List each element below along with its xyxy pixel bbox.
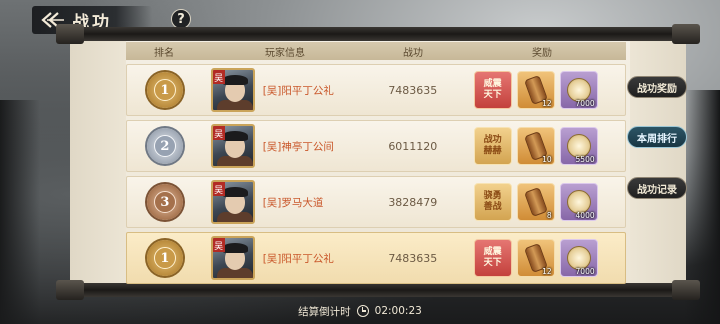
reward-title-text: 骁勇善战 — [483, 191, 502, 212]
reward-quantity: 5500 — [575, 155, 595, 164]
column-header-reward: 奖励 — [532, 47, 552, 59]
countdown-bar: 结算倒计时 02:00:23 — [0, 300, 720, 322]
help-icon[interactable]: ? — [171, 9, 191, 29]
column-header-score: 战功 — [403, 47, 423, 59]
table-row: 3 吴 [吴]罗马大道 3828479 骁勇善战 8 4000 — [126, 176, 626, 228]
faction-badge: 吴 — [212, 238, 225, 252]
faction-badge: 吴 — [212, 182, 225, 196]
merit-score: 7483635 — [388, 83, 438, 97]
reward-title-text: 战功赫赫 — [483, 135, 502, 156]
tab-merit-records[interactable]: 战功记录 — [627, 177, 687, 199]
player-cell: 吴 [吴]阳平丁公礼 — [203, 68, 368, 112]
reward-cell: 威震天下 12 7000 — [458, 239, 625, 277]
avatar[interactable]: 吴 — [210, 68, 255, 112]
my-rank-row: 1 吴 [吴]阳平丁公礼 7483635 威震天下 12 7000 — [126, 232, 626, 284]
avatar-hair — [221, 131, 248, 141]
rank-cell: 3 — [127, 184, 203, 220]
reward-quantity: 7000 — [575, 267, 595, 276]
column-header-rank: 排名 — [154, 47, 174, 59]
player-cell: 吴 [吴]罗马大道 — [203, 180, 368, 224]
column-header-player: 玩家信息 — [265, 47, 305, 59]
tab-merit-rewards[interactable]: 战功奖励 — [627, 76, 687, 98]
reward-cell: 威震天下 12 7000 — [458, 71, 625, 109]
rank-number: 1 — [153, 247, 176, 269]
reward-item[interactable]: 4000 — [559, 183, 598, 221]
table-row: 2 吴 [吴]神亭丁公间 6011120 战功赫赫 10 5500 — [126, 120, 626, 172]
reward-quantity: 7000 — [575, 99, 595, 108]
faction-badge: 吴 — [212, 70, 225, 84]
rank-medal-icon: 2 — [146, 128, 183, 164]
reward-quantity: 10 — [542, 155, 552, 164]
reward-item[interactable]: 5500 — [559, 127, 598, 165]
tab-weekly-ranking[interactable]: 本周排行 — [627, 126, 687, 148]
scroll-rod-top — [56, 24, 700, 44]
merit-score: 3828479 — [388, 195, 438, 209]
rank-number: 1 — [153, 79, 176, 101]
player-name: [吴]罗马大道 — [262, 196, 324, 209]
player-name: [吴]阳平丁公礼 — [262, 252, 334, 265]
avatar-hair — [221, 243, 248, 253]
reward-item[interactable]: 威震天下 — [473, 71, 512, 109]
scroll-paper-edge-left — [70, 40, 126, 285]
player-name: [吴]神亭丁公间 — [262, 140, 334, 153]
rod-cap-left — [56, 280, 84, 300]
faction-badge: 吴 — [212, 126, 225, 140]
rank-number: 2 — [153, 135, 176, 157]
avatar[interactable]: 吴 — [210, 236, 255, 280]
reward-quantity: 8 — [546, 211, 552, 220]
rank-cell: 1 — [127, 72, 203, 108]
reward-item[interactable]: 12 — [516, 71, 555, 109]
reward-item[interactable]: 10 — [516, 127, 555, 165]
reward-quantity: 12 — [542, 267, 552, 276]
rank-number: 3 — [153, 191, 176, 213]
reward-item[interactable]: 战功赫赫 — [473, 127, 512, 165]
ranking-rows: 1 吴 [吴]阳平丁公礼 7483635 威震天下 12 7000 2 吴 [吴]神亭丁公间 601… — [126, 64, 626, 284]
merit-score: 7483635 — [388, 251, 438, 265]
reward-item[interactable]: 12 — [516, 239, 555, 277]
reward-quantity: 12 — [542, 99, 552, 108]
player-cell: 吴 [吴]神亭丁公间 — [203, 124, 368, 168]
scroll-rod-bottom — [56, 280, 700, 300]
reward-cell: 战功赫赫 10 5500 — [458, 127, 625, 165]
countdown-value: 02:00:23 — [374, 305, 422, 317]
rank-medal-icon: 3 — [146, 184, 183, 220]
ranking-table: 排名 玩家信息 战功 奖励 1 吴 [吴]阳平丁公礼 7483635 威震天下 12 700… — [126, 42, 626, 284]
avatar-hair — [221, 75, 248, 85]
rank-cell: 2 — [127, 128, 203, 164]
scroll-icon — [523, 187, 548, 217]
avatar[interactable]: 吴 — [210, 124, 255, 168]
clock-icon — [356, 305, 369, 317]
countdown-label: 结算倒计时 — [298, 305, 351, 318]
avatar-hair — [221, 187, 248, 197]
rank-medal-icon: 1 — [146, 240, 183, 276]
table-header: 排名 玩家信息 战功 奖励 — [126, 42, 626, 60]
reward-title-text: 威震天下 — [483, 79, 502, 100]
reward-item[interactable]: 威震天下 — [473, 239, 512, 277]
rod-cap-right — [672, 280, 700, 300]
player-name: [吴]阳平丁公礼 — [262, 84, 334, 97]
reward-item[interactable]: 8 — [516, 183, 555, 221]
reward-item[interactable]: 7000 — [559, 71, 598, 109]
reward-cell: 骁勇善战 8 4000 — [458, 183, 625, 221]
rod-cap-right — [672, 24, 700, 44]
reward-item[interactable]: 7000 — [559, 239, 598, 277]
reward-item[interactable]: 骁勇善战 — [473, 183, 512, 221]
rod-cap-left — [56, 24, 84, 44]
rank-medal-icon: 1 — [146, 72, 183, 108]
reward-quantity: 4000 — [575, 211, 595, 220]
merit-score: 6011120 — [388, 139, 438, 153]
rank-cell: 1 — [127, 240, 203, 276]
reward-title-text: 威震天下 — [483, 247, 502, 268]
table-row: 1 吴 [吴]阳平丁公礼 7483635 威震天下 12 7000 — [126, 64, 626, 116]
avatar[interactable]: 吴 — [210, 180, 255, 224]
left-ink-decoration — [0, 100, 40, 324]
player-cell: 吴 [吴]阳平丁公礼 — [203, 236, 368, 280]
